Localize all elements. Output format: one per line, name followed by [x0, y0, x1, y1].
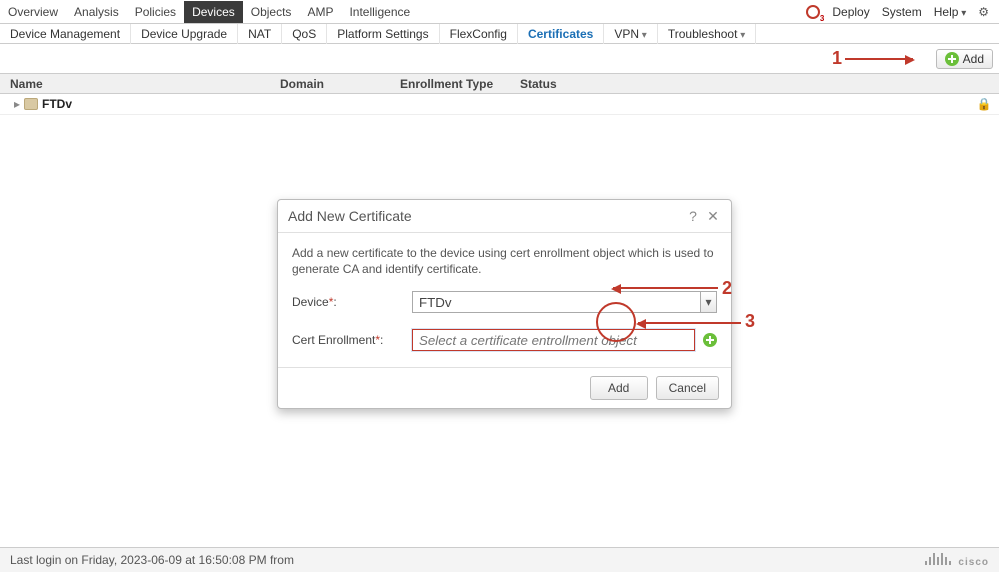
- nav-objects[interactable]: Objects: [243, 1, 300, 23]
- add-certificate-button[interactable]: Add: [936, 49, 993, 69]
- device-input[interactable]: [412, 291, 701, 313]
- col-status: Status: [520, 77, 969, 91]
- modal-cancel-button[interactable]: Cancel: [656, 376, 719, 400]
- device-label: Device*:: [292, 295, 412, 309]
- deploy-link[interactable]: Deploy: [832, 5, 869, 19]
- nav-analysis[interactable]: Analysis: [66, 1, 127, 23]
- subnav-qos[interactable]: QoS: [282, 24, 327, 44]
- callout-1: 1: [832, 48, 842, 69]
- nav-intelligence[interactable]: Intelligence: [341, 1, 418, 23]
- col-enroll: Enrollment Type: [400, 77, 520, 91]
- cert-enrollment-label: Cert Enrollment*:: [292, 333, 412, 347]
- callout-3: 3: [745, 311, 755, 332]
- nav-devices[interactable]: Devices: [184, 1, 243, 23]
- modal-description: Add a new certificate to the device usin…: [292, 245, 717, 277]
- subnav-nat[interactable]: NAT: [238, 24, 282, 44]
- plus-icon: [945, 52, 959, 66]
- cisco-logo: cisco: [925, 553, 989, 568]
- deploy-badge: 3: [820, 14, 824, 23]
- arrow-1: [845, 58, 913, 60]
- add-certificate-modal: Add New Certificate ? ✕ Add a new certif…: [277, 199, 732, 409]
- modal-add-button[interactable]: Add: [590, 376, 648, 400]
- subnav-device-management[interactable]: Device Management: [0, 24, 131, 44]
- help-icon[interactable]: ?: [685, 208, 701, 224]
- modal-titlebar: Add New Certificate ? ✕: [278, 200, 731, 232]
- modal-title: Add New Certificate: [288, 208, 412, 224]
- nav-amp[interactable]: AMP: [299, 1, 341, 23]
- top-nav: Overview Analysis Policies Devices Objec…: [0, 0, 999, 24]
- lock-icon: 🔒: [969, 97, 999, 111]
- cert-enrollment-input[interactable]: [412, 329, 695, 351]
- arrow-2: [613, 287, 718, 289]
- col-name: Name: [0, 77, 280, 91]
- callout-circle-3: [596, 302, 636, 342]
- device-combo[interactable]: ▾: [412, 291, 717, 313]
- help-menu[interactable]: Help: [934, 5, 967, 19]
- deploy-alert-icon[interactable]: 3: [806, 5, 820, 19]
- subnav-troubleshoot[interactable]: Troubleshoot: [658, 24, 756, 44]
- chevron-down-icon[interactable]: ▾: [701, 291, 717, 313]
- subnav-certificates[interactable]: Certificates: [518, 24, 604, 44]
- modal-footer: Add Cancel: [278, 367, 731, 408]
- add-button-label: Add: [963, 52, 984, 66]
- callout-2: 2: [722, 278, 732, 299]
- top-nav-left: Overview Analysis Policies Devices Objec…: [0, 1, 418, 23]
- subnav-device-upgrade[interactable]: Device Upgrade: [131, 24, 238, 44]
- top-nav-right: 3 Deploy System Help: [806, 5, 999, 19]
- device-row: Device*: ▾: [292, 291, 717, 313]
- table-row[interactable]: ▸ FTDv 🔒: [0, 94, 999, 115]
- cert-enrollment-row: Cert Enrollment*:: [292, 329, 717, 351]
- subnav-flexconfig[interactable]: FlexConfig: [440, 24, 518, 44]
- sub-nav: Device Management Device Upgrade NAT QoS…: [0, 24, 999, 44]
- subnav-vpn[interactable]: VPN: [604, 24, 658, 44]
- modal-body: Add a new certificate to the device usin…: [278, 233, 731, 367]
- row-name: FTDv: [42, 97, 72, 111]
- add-enrollment-icon[interactable]: [703, 333, 717, 347]
- col-domain: Domain: [280, 77, 400, 91]
- cisco-bars-icon: [925, 553, 951, 565]
- subnav-platform-settings[interactable]: Platform Settings: [327, 24, 439, 44]
- system-link[interactable]: System: [882, 5, 922, 19]
- nav-overview[interactable]: Overview: [0, 1, 66, 23]
- device-folder-icon: [24, 98, 38, 110]
- gear-icon[interactable]: [978, 5, 989, 19]
- close-icon[interactable]: ✕: [705, 208, 721, 224]
- footer-bar: Last login on Friday, 2023-06-09 at 16:5…: [0, 547, 999, 572]
- table-header: Name Domain Enrollment Type Status: [0, 74, 999, 94]
- expand-icon[interactable]: ▸: [10, 97, 24, 111]
- last-login-text: Last login on Friday, 2023-06-09 at 16:5…: [10, 553, 294, 567]
- arrow-3: [638, 322, 741, 324]
- nav-policies[interactable]: Policies: [127, 1, 184, 23]
